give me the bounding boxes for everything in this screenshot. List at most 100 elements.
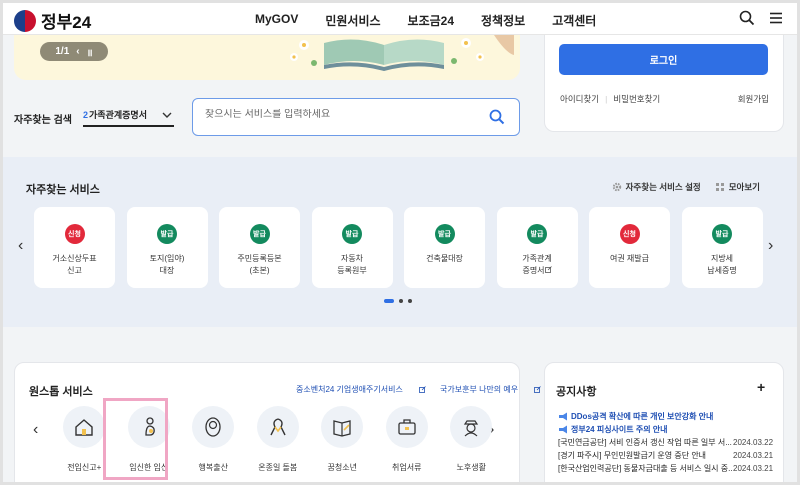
elder-icon bbox=[464, 420, 479, 437]
sme-lifecycle-link[interactable]: 중소벤처24 기업생애주기서비스 bbox=[296, 384, 426, 395]
frequent-search-select[interactable]: 2 가족관계증명서 bbox=[83, 104, 174, 127]
service-card[interactable]: 발급 토지(임야) 대장 bbox=[126, 207, 208, 288]
onestop-item-birth[interactable]: 행복출산 bbox=[181, 406, 246, 473]
status-badge: 발급 bbox=[157, 224, 177, 244]
onestop-item-label: 꿈청소년 bbox=[327, 463, 357, 472]
service-card-label: 거소신상두표 신고 bbox=[52, 254, 97, 275]
chevron-left-icon[interactable]: ‹ bbox=[76, 46, 79, 57]
logo-text: 정부24 bbox=[41, 13, 92, 32]
pagination-dot[interactable] bbox=[408, 299, 412, 303]
nav-item-mygov[interactable]: MyGOV bbox=[255, 12, 298, 29]
veterans-link[interactable]: 국가보훈부 나만의 예우 bbox=[440, 384, 542, 395]
frequent-services-title: 자주찾는 서비스 bbox=[26, 184, 100, 196]
onestop-icon-circle bbox=[385, 406, 428, 448]
menu-icon[interactable] bbox=[768, 10, 784, 26]
onestop-icon-circle bbox=[450, 406, 493, 448]
main-nav: MyGOV 민원서비스 보조금24 정책정보 고객센터 bbox=[255, 12, 623, 29]
onestop-icon-circle bbox=[63, 406, 106, 448]
join-link[interactable]: 회원가입 bbox=[738, 93, 769, 105]
nav-item-subsidy24[interactable]: 보조금24 bbox=[408, 12, 454, 29]
status-badge: 신청 bbox=[619, 224, 640, 244]
status-badge: 발급 bbox=[712, 224, 732, 244]
notice-date: 2024.03.21 bbox=[733, 464, 773, 473]
find-password-link[interactable]: 비밀번호찾기 bbox=[613, 93, 660, 105]
find-id-link[interactable]: 아이디찾기 bbox=[560, 93, 599, 105]
service-card-label: 지방세 납세증명 bbox=[707, 254, 737, 275]
house-icon bbox=[75, 419, 93, 436]
search-label: 자주찾는 검색 bbox=[14, 115, 72, 126]
view-all-button[interactable]: 모아보기 bbox=[715, 181, 760, 193]
notice-title: 공지사항 bbox=[556, 386, 597, 398]
onestop-prev-arrow-icon[interactable]: ‹ bbox=[33, 421, 38, 439]
frequent-services-tools: 자주찾는 서비스 설정 모아보기 bbox=[598, 181, 760, 193]
onestop-links: 중소벤처24 기업생애주기서비스 국가보훈부 나만의 예우 bbox=[296, 384, 555, 395]
grid-icon bbox=[715, 183, 724, 191]
frequent-settings-button[interactable]: 자주찾는 서비스 설정 bbox=[612, 181, 701, 193]
top-header: 정부24 MyGOV 민원서비스 보조금24 정책정보 고객센터 bbox=[3, 3, 797, 35]
onestop-title: 원스톱 서비스 bbox=[29, 386, 93, 398]
search-input[interactable] bbox=[205, 109, 475, 120]
service-card-label: 토지(임야) 대장 bbox=[149, 254, 185, 275]
search-button-icon[interactable] bbox=[489, 109, 505, 125]
carousel-prev-arrow-icon[interactable]: ‹ bbox=[18, 237, 23, 255]
view-all-label: 모아보기 bbox=[728, 182, 760, 192]
search-box bbox=[192, 98, 520, 136]
onestop-icon-circle bbox=[256, 406, 299, 448]
select-value: 가족관계증명서 bbox=[89, 110, 147, 120]
search-icon[interactable] bbox=[739, 10, 755, 26]
onestop-item-youth[interactable]: 꿈청소년 bbox=[310, 406, 375, 473]
nav-item-civil-service[interactable]: 민원서비스 bbox=[325, 12, 380, 29]
nav-item-policy-info[interactable]: 정책정보 bbox=[481, 12, 525, 29]
status-badge: 발급 bbox=[342, 224, 362, 244]
briefcase-icon bbox=[398, 419, 416, 435]
service-card-label: 가족관계 증명서 bbox=[522, 254, 552, 275]
onestop-item-retirement[interactable]: 노후생활 bbox=[439, 406, 504, 473]
notice-row[interactable]: DDos공격 확산에 따른 개인 보안강화 안내 bbox=[558, 410, 773, 423]
status-badge: 발급 bbox=[434, 224, 455, 244]
service-card[interactable]: 발급 자동차 등록원부 bbox=[311, 207, 393, 288]
onestop-icon-circle bbox=[321, 406, 364, 448]
pause-icon[interactable]: ॥ bbox=[87, 45, 93, 59]
chevron-down-icon bbox=[162, 112, 172, 118]
onestop-item-job-docs[interactable]: 취업서류 bbox=[375, 406, 440, 473]
notice-row[interactable]: 정부24 피싱사이트 주의 안내 bbox=[558, 423, 773, 436]
service-card-label: 자동차 등록원부 bbox=[337, 254, 367, 275]
pagination-dot[interactable] bbox=[399, 299, 403, 303]
gear-icon bbox=[612, 182, 621, 192]
ribbon-icon bbox=[270, 418, 286, 436]
service-card[interactable]: 신청 거소신상두표 신고 bbox=[34, 207, 115, 288]
select-rank: 2 bbox=[83, 109, 89, 120]
carousel-pagination bbox=[384, 299, 412, 303]
external-link-icon bbox=[534, 386, 542, 393]
megaphone-icon bbox=[559, 412, 567, 421]
service-card-label: 여권 재발급 bbox=[609, 254, 650, 263]
banner-pager: 1/1 ‹ ॥ bbox=[40, 42, 108, 61]
frequent-service-cards: 신청 거소신상두표 신고 발급 토지(임야) 대장 발급 주민등록등본 (초본) 발급… bbox=[34, 207, 774, 288]
book-flowers-illustration-icon bbox=[290, 35, 514, 71]
notice-row[interactable]: [국민연금공단] 서비 인증서 갱신 작업 따른 일부 서... 2024.03… bbox=[558, 436, 773, 449]
service-card[interactable]: 발급 가족관계 증명서 bbox=[496, 207, 578, 288]
nav-item-customer-center[interactable]: 고객센터 bbox=[552, 12, 596, 29]
service-card[interactable]: 발급 주민등록등본 (초본) bbox=[219, 207, 300, 288]
external-link-icon bbox=[419, 386, 426, 393]
hero-banner[interactable]: 1/1 ‹ ॥ bbox=[14, 35, 520, 80]
service-card[interactable]: 발급 건축물대장 bbox=[404, 207, 485, 288]
pagination-dot-active[interactable] bbox=[384, 299, 394, 303]
site-logo[interactable]: 정부24 bbox=[14, 8, 91, 33]
link-divider: | bbox=[605, 94, 608, 104]
status-badge: 발급 bbox=[249, 224, 270, 244]
onestop-item-care[interactable]: 온종일 돌봄 bbox=[246, 406, 311, 473]
service-card[interactable]: 발급 지방세 납세증명 bbox=[681, 207, 763, 288]
service-card[interactable]: 신청 여권 재발급 bbox=[589, 207, 670, 288]
book-icon bbox=[333, 420, 351, 437]
onestop-item-label: 노후생활 bbox=[456, 463, 486, 472]
status-badge: 신청 bbox=[64, 224, 85, 244]
notice-row[interactable]: [한국산업인력공단] 동물자금대출 등 서비스 일시 중... 2024.03.… bbox=[558, 462, 773, 475]
login-button[interactable]: 로그인 bbox=[559, 44, 768, 75]
notice-date: 2024.03.21 bbox=[733, 451, 773, 460]
notice-row[interactable]: [경기 파주시] 무인민원발급기 운영 중단 안내 2024.03.21 bbox=[558, 449, 773, 462]
highlight-box bbox=[103, 398, 168, 480]
login-card: 로그인 아이디찾기 | 비밀번호찾기 회원가입 bbox=[544, 35, 784, 132]
onestop-icon-circle bbox=[192, 406, 235, 448]
notice-more-button[interactable]: + bbox=[757, 379, 765, 395]
